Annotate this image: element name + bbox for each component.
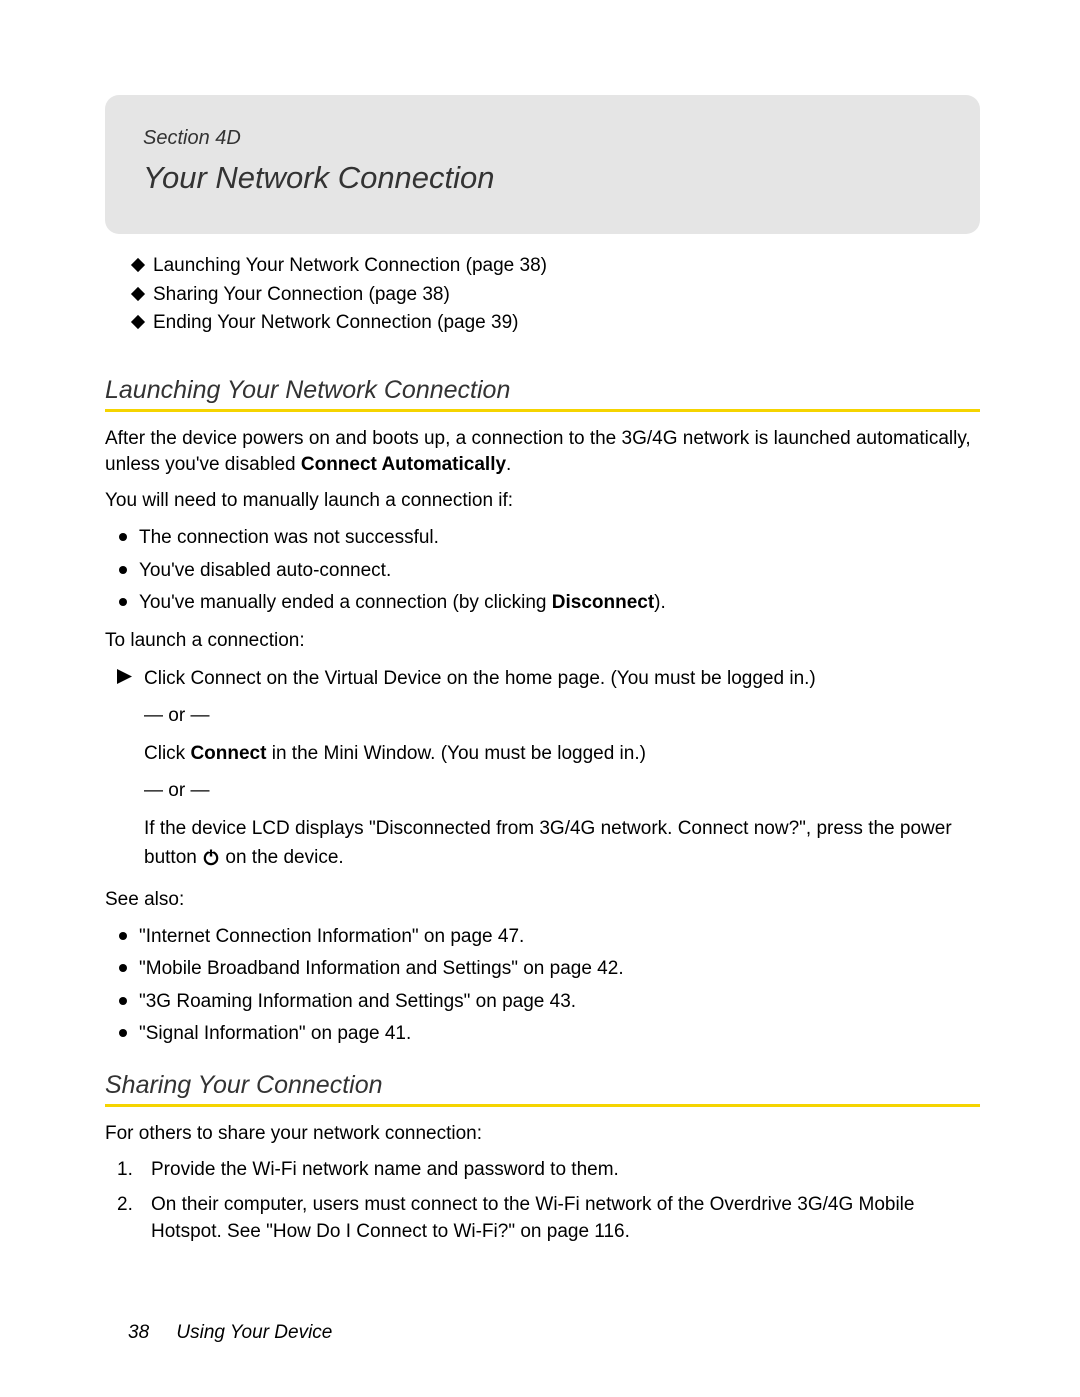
list-item: "Signal Information" on page 41. <box>105 1020 980 1049</box>
bullet-icon <box>119 598 127 606</box>
diamond-icon <box>131 315 145 329</box>
text: Click <box>144 743 190 764</box>
diamond-icon <box>131 258 145 272</box>
toc-item: Launching Your Network Connection (page … <box>133 252 980 281</box>
intro-paragraph: After the device powers on and boots up,… <box>105 426 980 478</box>
toc-item: Ending Your Network Connection (page 39) <box>133 309 980 338</box>
bold-text: Disconnect <box>552 592 654 613</box>
text: If the device LCD displays "Disconnected… <box>144 814 980 873</box>
to-launch: To launch a connection: <box>105 628 980 654</box>
bullet-icon <box>119 932 127 940</box>
text: "Internet Connection Information" on pag… <box>139 923 524 952</box>
text: On their computer, users must connect to… <box>151 1192 980 1246</box>
bold-text: Connect <box>190 743 266 764</box>
list-item: You've disabled auto-connect. <box>105 557 980 586</box>
bullet-icon <box>119 1029 127 1037</box>
text: You've manually ended a connection (by c… <box>139 589 666 618</box>
list-item: "Mobile Broadband Information and Settin… <box>105 955 980 984</box>
page-title: Your Network Connection <box>143 160 942 196</box>
text: on the device. <box>220 847 344 868</box>
bullet-icon <box>119 964 127 972</box>
bullet-icon <box>119 533 127 541</box>
manual-intro: You will need to manually launch a conne… <box>105 488 980 514</box>
text: You've manually ended a connection (by c… <box>139 592 552 613</box>
toc-text: Sharing Your Connection (page 38) <box>153 281 450 310</box>
power-icon <box>202 847 220 868</box>
toc-item: Sharing Your Connection (page 38) <box>133 281 980 310</box>
or-separator: — or — <box>144 701 980 730</box>
list-item: 1.Provide the Wi-Fi network name and pas… <box>105 1157 980 1184</box>
manual-bullets: The connection was not successful. You'v… <box>105 524 980 618</box>
step-content: Click Connect on the Virtual Device on t… <box>144 664 980 881</box>
see-also-bullets: "Internet Connection Information" on pag… <box>105 923 980 1049</box>
text: "Mobile Broadband Information and Settin… <box>139 955 624 984</box>
text: You've disabled auto-connect. <box>139 557 391 586</box>
step-block: Click Connect on the Virtual Device on t… <box>105 664 980 881</box>
text: Click Connect in the Mini Window. (You m… <box>144 739 980 768</box>
list-item: 2.On their computer, users must connect … <box>105 1192 980 1246</box>
text: The connection was not successful. <box>139 524 439 553</box>
section-heading-launching: Launching Your Network Connection <box>105 376 980 412</box>
see-also-label: See also: <box>105 887 980 913</box>
diamond-icon <box>131 286 145 300</box>
text: . <box>506 454 511 475</box>
text: "Signal Information" on page 41. <box>139 1020 411 1049</box>
triangle-icon <box>117 669 132 881</box>
bullet-icon <box>119 566 127 574</box>
list-item: You've manually ended a connection (by c… <box>105 589 980 618</box>
toc-text: Launching Your Network Connection (page … <box>153 252 547 281</box>
section-heading-sharing: Sharing Your Connection <box>105 1071 980 1107</box>
step-number: 1. <box>117 1157 151 1184</box>
sharing-intro: For others to share your network connect… <box>105 1121 980 1147</box>
text: After the device powers on and boots up,… <box>105 428 971 475</box>
text: "3G Roaming Information and Settings" on… <box>139 988 576 1017</box>
list-item: The connection was not successful. <box>105 524 980 553</box>
toc-text: Ending Your Network Connection (page 39) <box>153 309 518 338</box>
or-separator: — or — <box>144 776 980 805</box>
text: in the Mini Window. (You must be logged … <box>266 743 646 764</box>
step-number: 2. <box>117 1192 151 1246</box>
list-item: "3G Roaming Information and Settings" on… <box>105 988 980 1017</box>
bold-text: Connect Automatically <box>301 454 506 475</box>
page-number: 38 <box>128 1322 149 1343</box>
list-item: "Internet Connection Information" on pag… <box>105 923 980 952</box>
bullet-icon <box>119 997 127 1005</box>
header-box: Section 4D Your Network Connection <box>105 95 980 234</box>
table-of-contents: Launching Your Network Connection (page … <box>133 252 980 338</box>
chapter-name: Using Your Device <box>176 1322 332 1343</box>
text: ). <box>654 592 666 613</box>
text: Provide the Wi-Fi network name and passw… <box>151 1157 619 1184</box>
text: Click Connect on the Virtual Device on t… <box>144 664 980 693</box>
section-label: Section 4D <box>143 127 942 150</box>
numbered-list: 1.Provide the Wi-Fi network name and pas… <box>105 1157 980 1246</box>
page-footer: 38 Using Your Device <box>128 1322 332 1344</box>
